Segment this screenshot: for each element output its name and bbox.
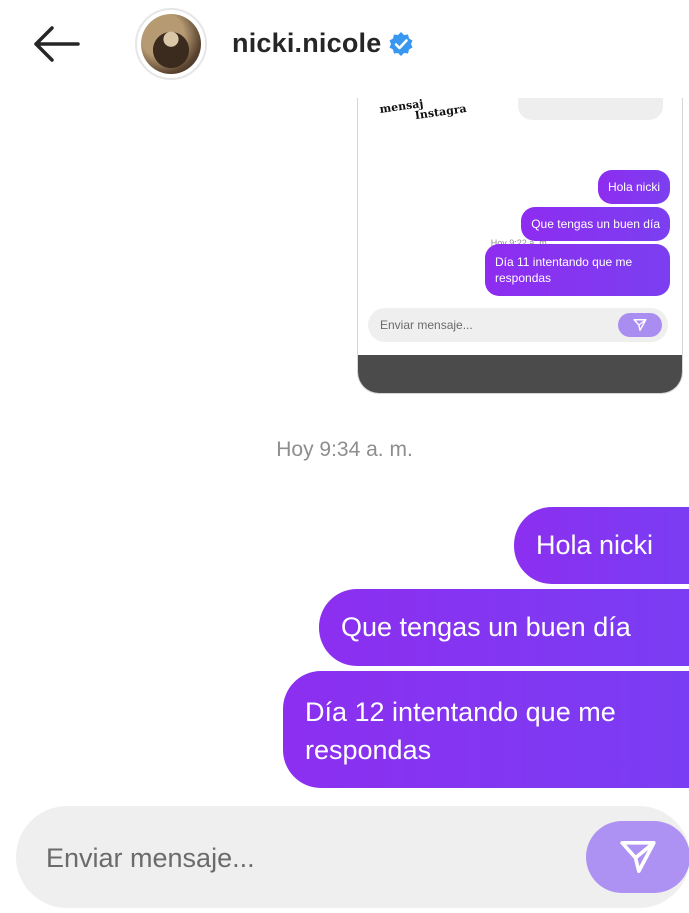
arrow-left-icon	[34, 26, 80, 62]
screenshot-message-1: Hola nicki	[597, 170, 670, 204]
send-button[interactable]	[586, 821, 689, 893]
message-input[interactable]	[44, 836, 568, 880]
message-bubble-1[interactable]: Hola nicki	[514, 507, 689, 584]
send-icon	[620, 841, 656, 873]
verified-badge-icon	[389, 32, 413, 56]
screenshot-message-2: Que tengas un buen día	[521, 207, 670, 241]
screenshot-message-3: Día 11 intentando que me respondas	[485, 244, 670, 296]
back-button[interactable]	[28, 22, 84, 66]
chat-header: nicki.nicole	[0, 0, 689, 88]
screenshot-received-bubble	[518, 98, 663, 120]
screenshot-composer-placeholder: Enviar mensaje...	[380, 318, 473, 332]
screenshot-sticker-text: mensaj Instagra	[379, 98, 468, 126]
screenshot-phone-bezel	[358, 355, 682, 393]
message-bubble-3[interactable]: Día 12 intentando que me respondas	[283, 671, 689, 788]
screenshot-composer: Enviar mensaje...	[368, 308, 668, 342]
message-composer	[16, 806, 689, 908]
avatar-image	[141, 14, 201, 74]
username[interactable]: nicki.nicole	[232, 28, 381, 59]
shared-screenshot-image[interactable]: mensaj Instagra Hoy 9:22 a. m. Hola nick…	[357, 98, 683, 394]
message-bubble-2[interactable]: Que tengas un buen día	[319, 589, 689, 666]
screenshot-send-button	[618, 313, 662, 337]
profile-avatar[interactable]	[135, 8, 207, 80]
send-icon	[633, 319, 647, 331]
message-timestamp: Hoy 9:34 a. m.	[276, 438, 413, 461]
